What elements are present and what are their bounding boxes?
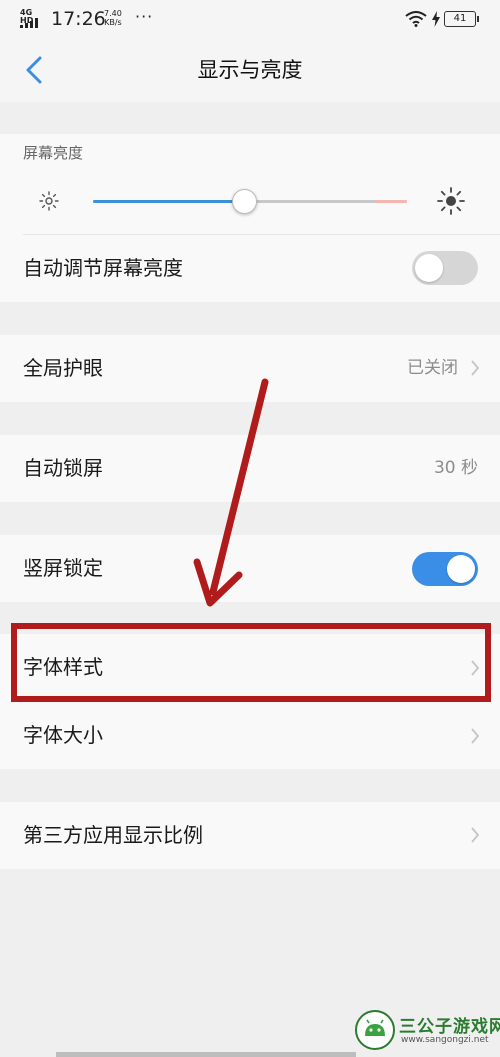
chevron-right-icon	[471, 360, 480, 376]
signal-icon: 4G HD	[20, 9, 44, 29]
battery-icon: 41	[444, 11, 479, 27]
auto-brightness-row[interactable]: 自动调节屏幕亮度	[0, 235, 500, 302]
wifi-icon	[405, 11, 427, 27]
more-notifications-icon: ···	[135, 7, 154, 26]
nav-bar: 显示与亮度	[0, 38, 500, 102]
brightness-slider-high-zone	[375, 200, 407, 203]
eye-care-value: 已关闭	[407, 358, 458, 378]
display-ratio-label: 第三方应用显示比例	[23, 823, 203, 847]
brightness-low-icon	[39, 191, 59, 211]
brightness-slider[interactable]	[93, 189, 407, 214]
auto-brightness-toggle[interactable]	[412, 251, 478, 285]
watermark: 三公子游戏网 www.sangongzi.net	[355, 1008, 500, 1054]
watermark-url: www.sangongzi.net	[401, 1035, 489, 1045]
font-size-row[interactable]: 字体大小	[0, 702, 500, 769]
auto-lock-row[interactable]: 自动锁屏 30 秒	[0, 435, 500, 502]
watermark-name: 三公子游戏网	[399, 1017, 500, 1037]
brightness-slider-fill	[93, 200, 244, 203]
status-time: 17:26	[51, 8, 106, 30]
brightness-high-icon	[437, 187, 465, 215]
brightness-card: 屏幕亮度 自动调节屏幕亮度	[0, 134, 500, 302]
charging-icon	[432, 11, 440, 27]
back-button[interactable]	[18, 52, 52, 88]
brightness-section-label: 屏幕亮度	[23, 144, 84, 162]
toggle-knob	[415, 254, 443, 282]
eye-care-row[interactable]: 全局护眼 已关闭	[0, 335, 500, 402]
auto-lock-label: 自动锁屏	[23, 456, 103, 480]
toggle-knob	[447, 555, 475, 583]
brightness-slider-thumb[interactable]	[231, 189, 257, 214]
page-title: 显示与亮度	[197, 58, 303, 82]
status-bar: 4G HD 17:26 7.40 KB/s ··· 41	[0, 0, 500, 38]
font-size-label: 字体大小	[23, 723, 103, 747]
display-ratio-row[interactable]: 第三方应用显示比例	[0, 802, 500, 869]
network-speed: 7.40 KB/s	[104, 9, 122, 27]
portrait-lock-label: 竖屏锁定	[23, 556, 103, 580]
settings-screen: 4G HD 17:26 7.40 KB/s ··· 41 显示与亮度 屏幕亮度 …	[0, 0, 500, 1057]
bottom-edge-bar	[56, 1052, 356, 1057]
auto-brightness-label: 自动调节屏幕亮度	[23, 256, 183, 280]
portrait-lock-row[interactable]: 竖屏锁定	[0, 535, 500, 602]
portrait-lock-toggle[interactable]	[412, 552, 478, 586]
speed-value: 7.40	[104, 9, 122, 18]
watermark-logo-icon	[355, 1010, 395, 1050]
chevron-right-icon	[471, 827, 480, 843]
chevron-right-icon	[471, 728, 480, 744]
eye-care-label: 全局护眼	[23, 356, 103, 380]
auto-lock-value: 30 秒	[433, 458, 478, 478]
annotation-highlight-box	[11, 623, 491, 702]
speed-unit: KB/s	[104, 18, 122, 27]
